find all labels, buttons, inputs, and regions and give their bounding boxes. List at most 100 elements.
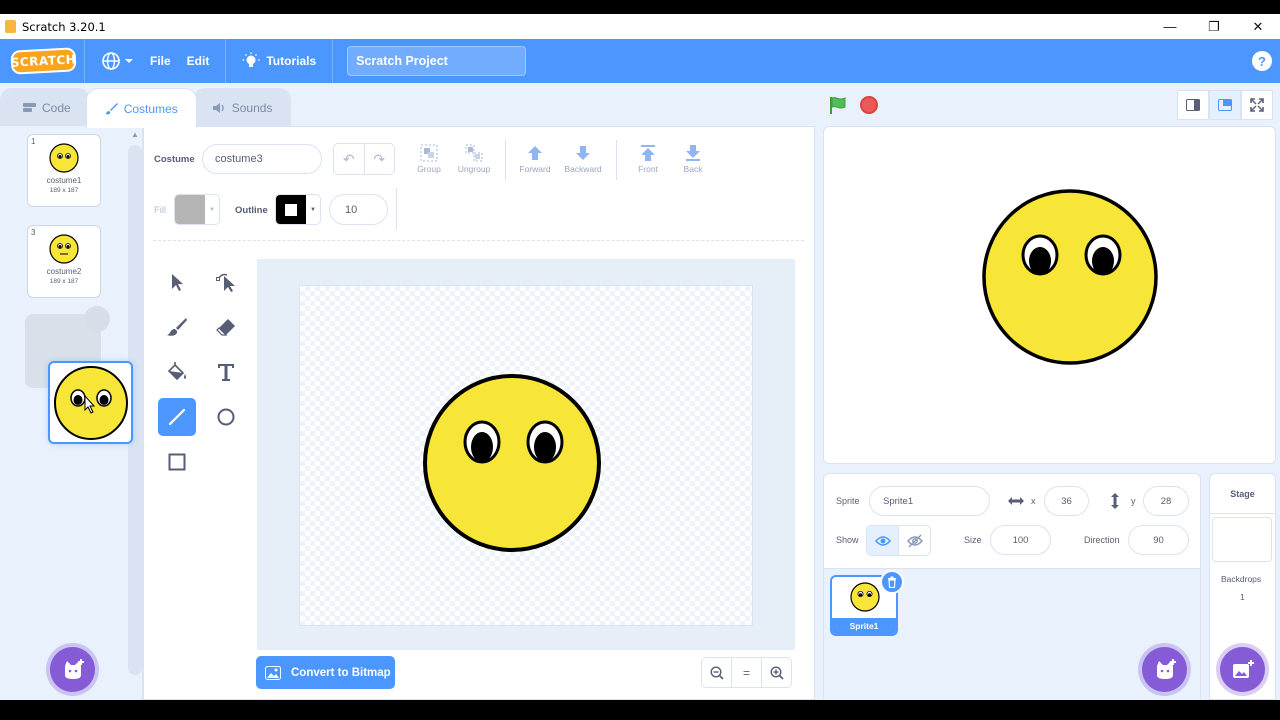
file-menu[interactable]: File xyxy=(142,39,179,83)
scroll-up-arrow-icon[interactable]: ▲ xyxy=(131,130,139,139)
costume-drop-placeholder-knob xyxy=(84,306,110,332)
reshape-icon xyxy=(216,273,235,292)
editor-tabs: Code Costumes Sounds xyxy=(0,88,292,128)
stage-size-controls xyxy=(1177,90,1273,120)
maximize-button[interactable]: ❐ xyxy=(1192,14,1236,39)
tab-sounds-label: Sounds xyxy=(231,100,273,115)
y-position-input[interactable]: 28 xyxy=(1143,486,1189,516)
rectangle-icon xyxy=(168,453,186,471)
close-button[interactable]: ✕ xyxy=(1236,14,1280,39)
forward-button[interactable]: Forward xyxy=(512,142,558,174)
delete-sprite-button[interactable] xyxy=(880,570,904,594)
front-label: Front xyxy=(638,164,658,174)
zoom-out-button[interactable] xyxy=(702,658,731,687)
costume-number: 3 xyxy=(31,228,36,237)
language-menu[interactable] xyxy=(93,39,142,83)
menu-divider xyxy=(84,39,85,83)
zoom-in-button[interactable] xyxy=(761,658,791,687)
zoom-in-icon xyxy=(769,665,784,680)
ungroup-icon xyxy=(465,144,483,162)
smiley-face-drawing[interactable] xyxy=(421,372,603,554)
add-backdrop-button[interactable] xyxy=(1220,647,1265,692)
costume-item-1[interactable]: 1 costume1 189 x 187 xyxy=(27,134,101,207)
x-position-input[interactable]: 36 xyxy=(1044,486,1089,516)
x-label: x xyxy=(1031,496,1036,506)
undo-redo-group: ↶ ↷ xyxy=(333,143,395,175)
stage-panel-title: Stage xyxy=(1210,474,1275,514)
forward-icon xyxy=(528,146,542,160)
stage-thumbnail[interactable] xyxy=(1212,517,1272,562)
normal-stage-button[interactable] xyxy=(1209,90,1241,120)
project-title-input[interactable]: Scratch Project xyxy=(347,46,527,76)
stop-icon[interactable] xyxy=(860,96,878,114)
fill-label: Fill xyxy=(154,205,167,216)
brush-tool[interactable] xyxy=(158,308,196,346)
direction-input[interactable]: 90 xyxy=(1128,525,1189,555)
dragged-costume[interactable] xyxy=(48,361,133,444)
scratch-app-icon xyxy=(5,20,16,33)
image-plus-icon xyxy=(1232,659,1254,678)
eraser-tool[interactable] xyxy=(207,308,245,346)
reshape-tool[interactable] xyxy=(207,263,245,301)
backward-button[interactable]: Backward xyxy=(560,142,606,174)
sprite-name-input[interactable]: Sprite1 xyxy=(869,486,990,516)
outline-color-picker[interactable]: ▼ xyxy=(275,194,321,225)
add-costume-button[interactable] xyxy=(50,647,95,692)
globe-icon xyxy=(102,52,120,70)
costume-name: costume1 xyxy=(46,176,82,185)
fullscreen-button[interactable] xyxy=(1241,90,1273,120)
green-flag-icon[interactable] xyxy=(828,95,848,115)
edit-menu[interactable]: Edit xyxy=(179,39,218,83)
help-button[interactable]: ? xyxy=(1252,51,1272,71)
stage-canvas[interactable] xyxy=(823,126,1276,464)
minimize-button[interactable]: — xyxy=(1148,14,1192,39)
menu-bar: SCRATCH File Edit Tutorials Scratch Proj… xyxy=(0,39,1280,83)
add-sprite-button[interactable] xyxy=(1142,647,1187,692)
group-button[interactable]: Group xyxy=(406,142,452,174)
back-button[interactable]: Back xyxy=(670,142,716,174)
brush-icon xyxy=(167,318,187,336)
toolbar-divider xyxy=(616,140,617,180)
rectangle-tool[interactable] xyxy=(158,443,196,481)
costume-name-input[interactable]: costume3 xyxy=(202,144,322,174)
zoom-reset-button[interactable]: = xyxy=(731,658,761,687)
select-tool[interactable] xyxy=(158,263,196,301)
circle-tool[interactable] xyxy=(207,398,245,436)
fill-color-picker[interactable]: ▼ xyxy=(174,194,220,225)
undo-button[interactable]: ↶ xyxy=(334,144,365,174)
tutorials-menu[interactable]: Tutorials xyxy=(234,39,324,83)
smiley-face-thumbnail xyxy=(49,143,79,173)
convert-to-bitmap-label: Convert to Bitmap xyxy=(291,666,391,679)
line-icon xyxy=(168,408,186,426)
paint-bucket-icon xyxy=(167,362,186,381)
convert-to-bitmap-button[interactable]: Convert to Bitmap xyxy=(256,656,395,689)
zoom-controls: = xyxy=(701,657,792,688)
smiley-face-thumbnail xyxy=(53,365,128,440)
tab-sounds[interactable]: Sounds xyxy=(192,88,292,126)
show-hidden-button[interactable] xyxy=(899,526,930,555)
front-button[interactable]: Front xyxy=(625,142,671,174)
costume-item-2[interactable]: 3 costume2 189 x 187 xyxy=(27,225,101,298)
scratch-logo[interactable]: SCRATCH xyxy=(10,47,77,75)
small-stage-button[interactable] xyxy=(1177,90,1209,120)
line-tool[interactable] xyxy=(158,398,196,436)
show-visible-button[interactable] xyxy=(867,526,899,555)
tab-code[interactable]: Code xyxy=(0,88,90,126)
tab-costumes-label: Costumes xyxy=(123,101,178,116)
toolbar-separator xyxy=(153,240,804,241)
sprite-on-stage[interactable] xyxy=(981,188,1159,366)
visibility-toggle xyxy=(866,525,931,556)
ungroup-button[interactable]: Ungroup xyxy=(451,142,497,174)
size-label: Size xyxy=(964,535,982,545)
redo-button[interactable]: ↷ xyxy=(365,144,395,174)
size-input[interactable]: 100 xyxy=(990,525,1051,555)
text-tool[interactable] xyxy=(207,353,245,391)
small-stage-icon xyxy=(1186,99,1200,111)
outline-width-input[interactable]: 10 xyxy=(329,194,388,225)
fill-tool[interactable] xyxy=(158,353,196,391)
back-icon xyxy=(686,145,700,161)
eye-slash-icon xyxy=(906,534,923,547)
menu-divider xyxy=(225,39,227,83)
tab-costumes[interactable]: Costumes xyxy=(85,88,197,128)
normal-stage-icon xyxy=(1218,99,1232,111)
